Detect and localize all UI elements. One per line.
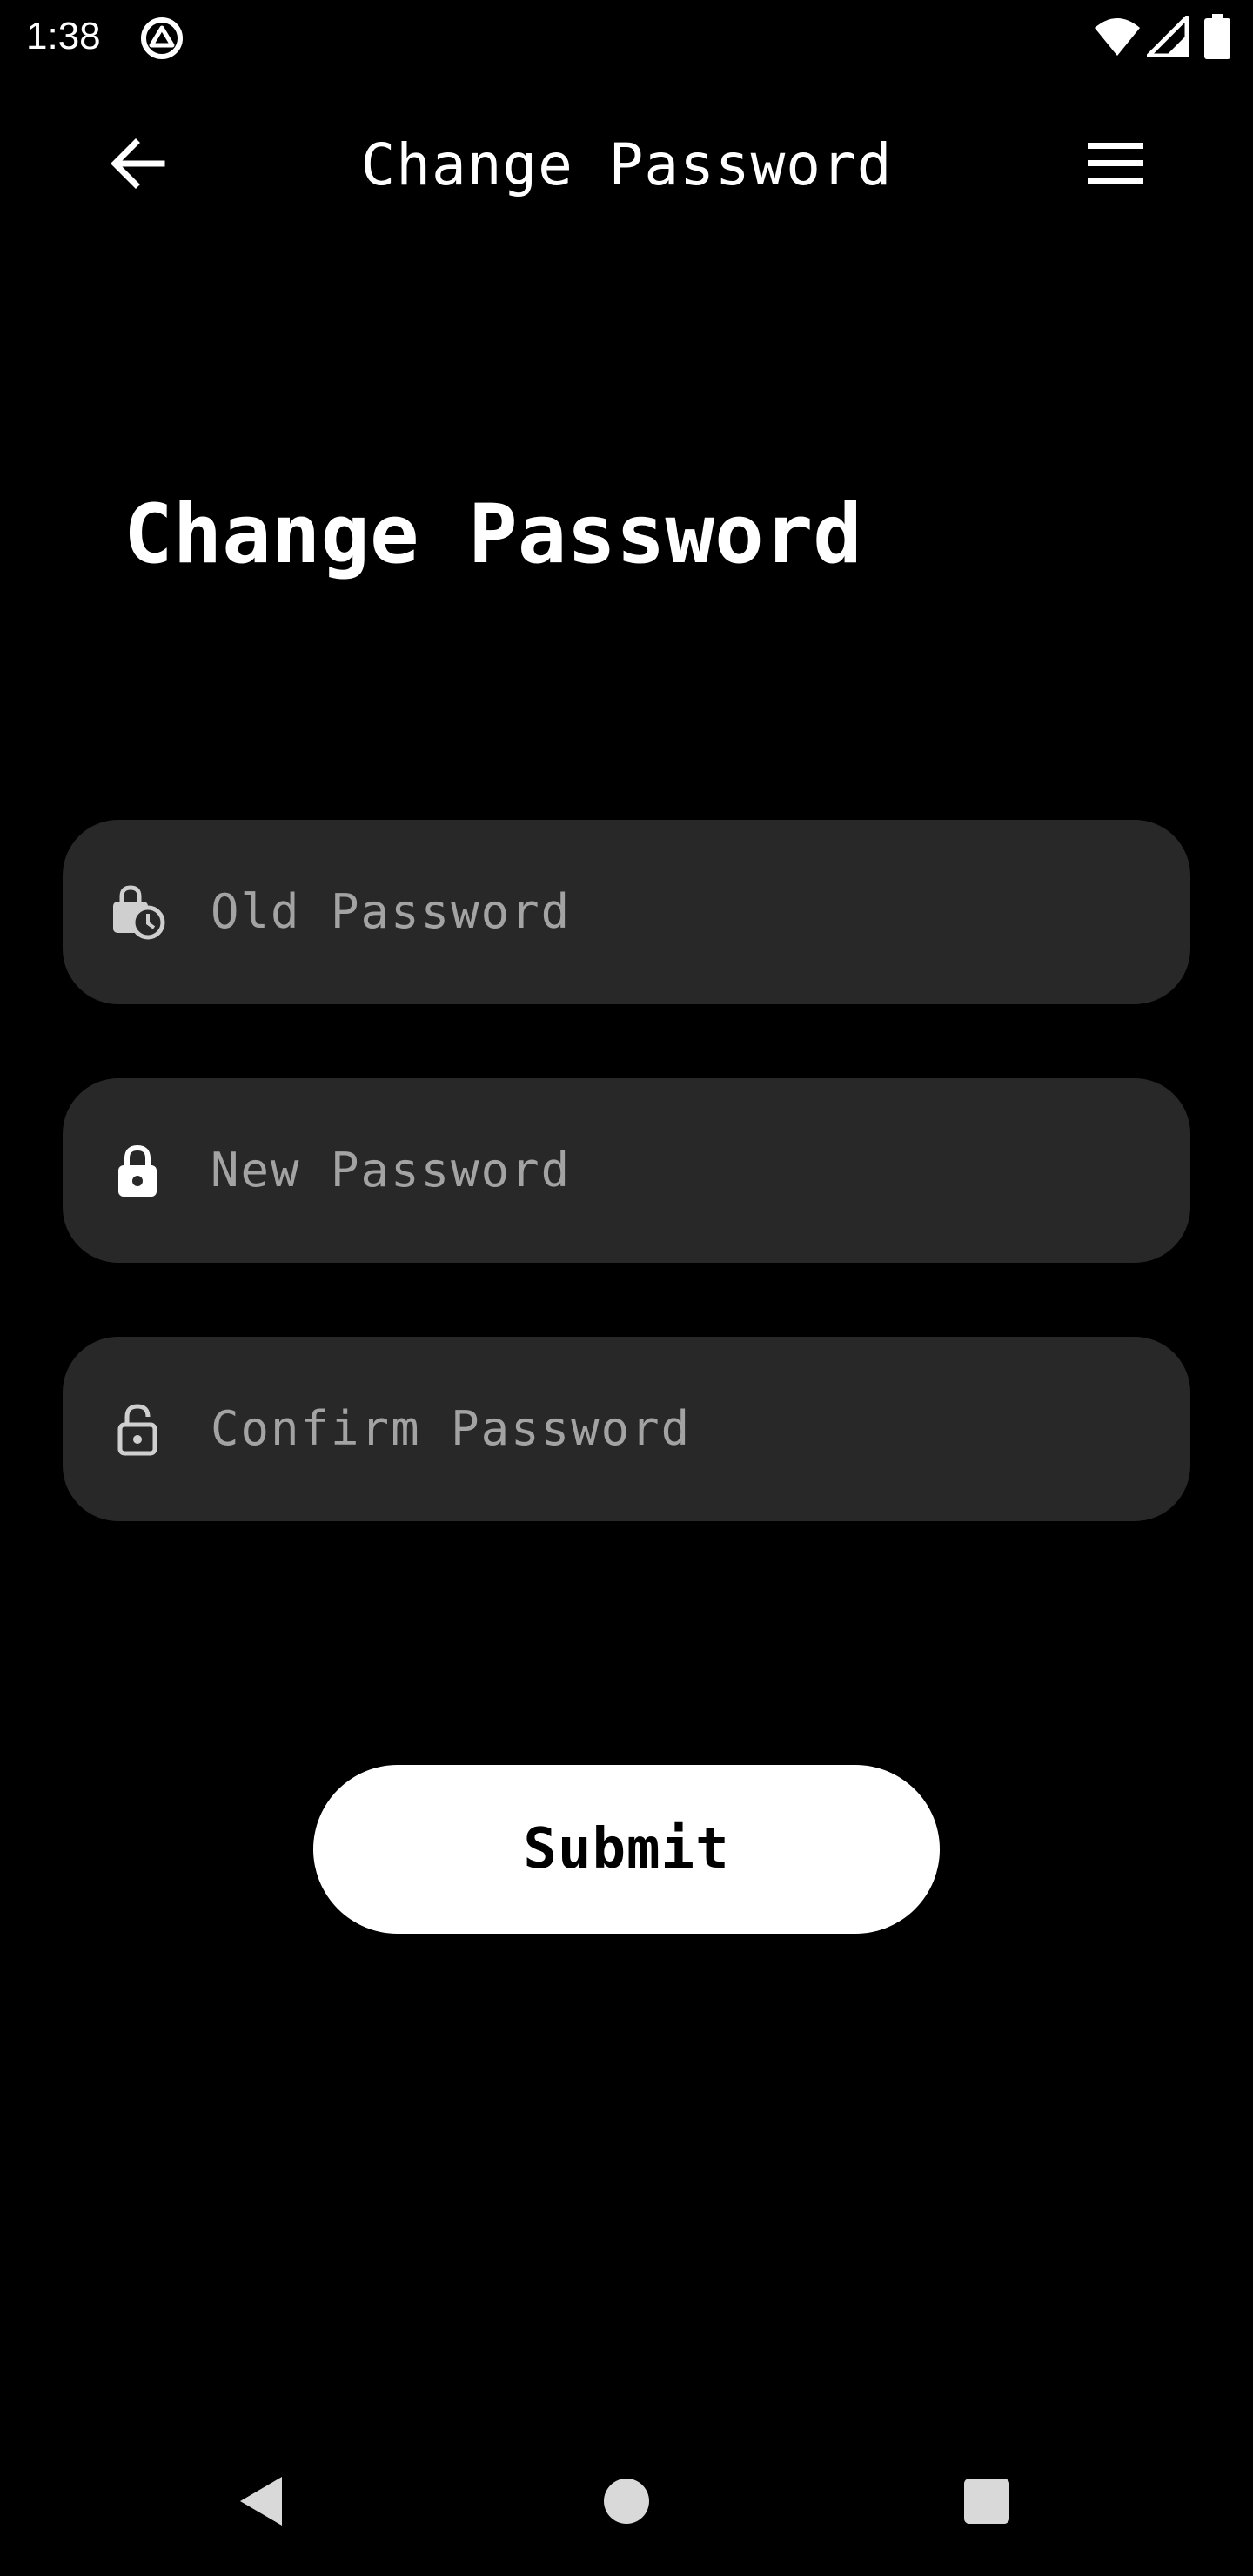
lock-clock-icon bbox=[113, 885, 165, 940]
lock-open-icon bbox=[117, 1404, 157, 1456]
old-password-field[interactable]: Old Password bbox=[63, 820, 1190, 1004]
submit-button[interactable]: Submit bbox=[313, 1765, 940, 1934]
new-password-field[interactable]: New Password bbox=[63, 1078, 1190, 1263]
hamburger-menu-icon[interactable] bbox=[1079, 127, 1152, 200]
lock-filled-icon bbox=[118, 1144, 157, 1197]
confirm-password-placeholder: Confirm Password bbox=[211, 1401, 692, 1456]
old-password-placeholder: Old Password bbox=[211, 884, 572, 939]
wifi-icon bbox=[1095, 18, 1140, 56]
confirm-password-field[interactable]: Confirm Password bbox=[63, 1337, 1190, 1521]
nav-recents-icon[interactable] bbox=[964, 2479, 1009, 2524]
cell-signal-icon bbox=[1147, 16, 1189, 57]
battery-icon bbox=[1204, 14, 1230, 59]
page-title: Change Password bbox=[124, 487, 862, 582]
nav-home-icon[interactable] bbox=[604, 2479, 649, 2524]
status-time: 1:38 bbox=[26, 15, 101, 57]
app-bar-title: Change Password bbox=[360, 131, 893, 198]
nav-back-icon[interactable] bbox=[235, 2473, 287, 2529]
new-password-placeholder: New Password bbox=[211, 1143, 572, 1197]
app-notification-icon bbox=[141, 17, 183, 59]
